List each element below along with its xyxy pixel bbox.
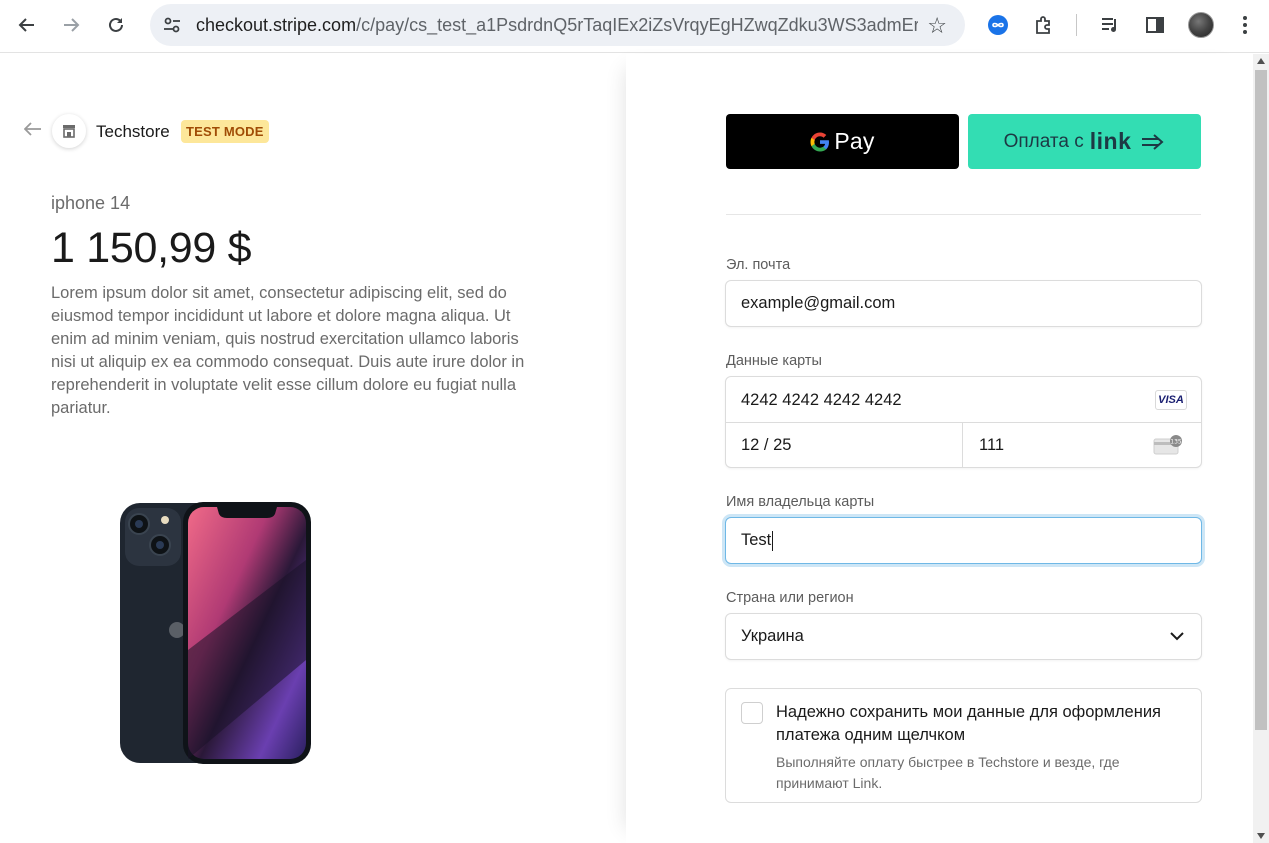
cardholder-name-value: Test: [741, 531, 772, 549]
email-value: example@gmail.com: [741, 294, 896, 312]
toolbar-divider: [1076, 14, 1077, 36]
save-info-box: Надежно сохранить мои данные для оформле…: [725, 688, 1202, 803]
profile-avatar[interactable]: [1188, 12, 1214, 38]
link-pay-button[interactable]: Оплата с link: [968, 114, 1201, 169]
payment-form: Pay Оплата с link Эл. почта example@gmai…: [626, 54, 1253, 843]
side-panel-button[interactable]: [1140, 10, 1170, 40]
visa-icon: VISA: [1155, 390, 1187, 410]
cvc-card-icon: 135: [1153, 435, 1182, 455]
side-panel-icon: [1146, 17, 1164, 33]
back-icon: [23, 122, 41, 136]
card-details-group: 4242 4242 4242 4242 VISA 12 / 25 111 135: [725, 376, 1202, 468]
extension-infinity-button[interactable]: [983, 10, 1013, 40]
back-icon: [18, 18, 34, 32]
card-col-divider: [962, 422, 963, 468]
scroll-up-arrow-icon[interactable]: [1257, 58, 1265, 64]
media-button[interactable]: [1095, 10, 1125, 40]
order-summary: Techstore TEST MODE iphone 14 1 150,99 $…: [0, 54, 626, 843]
phone-illustration: [120, 502, 311, 764]
card-cvc-field[interactable]: 111: [979, 436, 1004, 455]
merchant-logo: [52, 114, 86, 148]
extensions-button[interactable]: [1029, 10, 1059, 40]
test-mode-badge: TEST MODE: [181, 120, 269, 143]
url-text: checkout.stripe.com/c/pay/cs_test_a1Psdr…: [196, 15, 918, 36]
browser-menu-button[interactable]: [1230, 10, 1260, 40]
express-divider: [726, 214, 1201, 215]
browser-toolbar: checkout.stripe.com/c/pay/cs_test_a1Psdr…: [0, 0, 1269, 53]
kebab-menu-icon: [1243, 16, 1247, 34]
link-prefix-label: Оплата с: [1003, 130, 1084, 152]
product-name: iphone 14: [51, 193, 131, 213]
text-caret: [772, 530, 774, 551]
reload-button[interactable]: [99, 8, 133, 42]
svg-text:135: 135: [1170, 439, 1182, 446]
forward-button[interactable]: [54, 8, 88, 42]
email-label: Эл. почта: [726, 257, 791, 273]
site-info-icon[interactable]: [162, 15, 182, 35]
media-queue-icon: [1102, 18, 1116, 32]
puzzle-extensions-icon: [1036, 16, 1050, 34]
scroll-thumb[interactable]: [1255, 70, 1267, 730]
card-label: Данные карты: [726, 353, 822, 369]
google-pay-label: Pay: [834, 128, 875, 154]
country-value: Украина: [741, 627, 804, 645]
page-scrollbar[interactable]: [1253, 54, 1269, 843]
store-icon: [63, 124, 75, 138]
scroll-down-arrow-icon[interactable]: [1257, 833, 1265, 839]
infinity-extension-icon: [988, 15, 1008, 35]
product-image: [117, 500, 313, 766]
link-arrow-icon: [1142, 133, 1164, 150]
cardholder-label: Имя владельца карты: [726, 494, 875, 510]
country-label: Страна или регион: [726, 590, 854, 606]
card-number-field[interactable]: 4242 4242 4242 4242: [741, 391, 902, 410]
cardholder-name-field[interactable]: Test: [725, 517, 1202, 564]
forward-icon: [64, 18, 80, 32]
address-bar[interactable]: checkout.stripe.com/c/pay/cs_test_a1Psdr…: [150, 4, 965, 46]
reload-icon: [109, 17, 123, 32]
url-host: checkout.stripe.com: [196, 15, 357, 35]
google-g-icon: [810, 132, 830, 151]
merchant-name: Techstore: [96, 122, 170, 141]
country-select[interactable]: Украина: [725, 613, 1202, 660]
bookmark-star-icon[interactable]: ☆: [927, 13, 947, 39]
google-pay-button[interactable]: Pay: [726, 114, 959, 169]
url-path: /c/pay/cs_test_a1PsdrdnQ5rTaqIEx2iZsVrqy…: [356, 15, 918, 35]
card-row-divider: [726, 422, 1201, 423]
card-expiry-field[interactable]: 12 / 25: [741, 436, 791, 455]
checkout-page: Techstore TEST MODE iphone 14 1 150,99 $…: [0, 54, 1253, 843]
back-button[interactable]: [10, 8, 44, 42]
back-to-store-button[interactable]: [23, 120, 42, 141]
save-info-description: Выполняйте оплату быстрее в Techstore и …: [776, 754, 1120, 791]
product-price: 1 150,99 $: [51, 224, 252, 272]
save-info-checkbox[interactable]: [741, 702, 763, 724]
email-field[interactable]: example@gmail.com: [725, 280, 1202, 327]
save-info-title: Надежно сохранить мои данные для оформле…: [776, 703, 1161, 744]
product-description: Lorem ipsum dolor sit amet, consectetur …: [51, 284, 525, 417]
chevron-down-icon: [1170, 632, 1184, 641]
link-logo-text: link: [1089, 128, 1132, 154]
